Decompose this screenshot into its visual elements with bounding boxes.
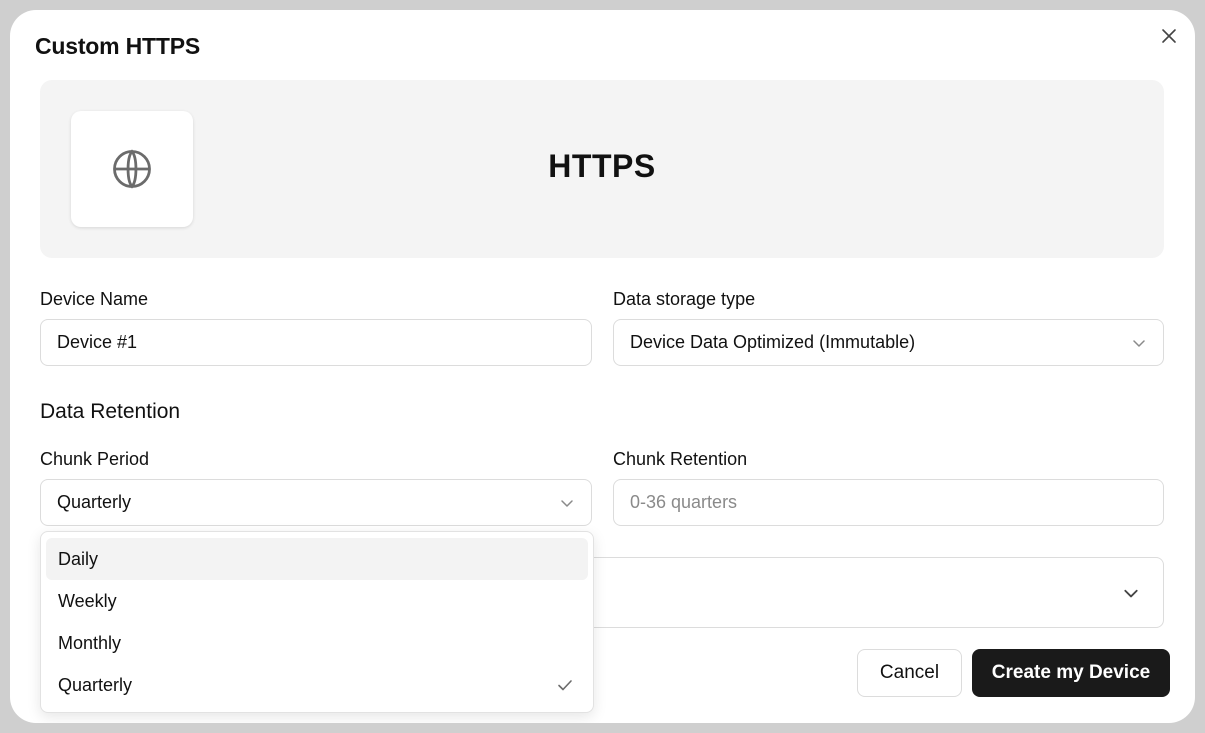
device-name-label: Device Name bbox=[40, 289, 149, 309]
option-label: Quarterly bbox=[58, 674, 133, 695]
dropdown-option-weekly[interactable]: Weekly bbox=[46, 580, 588, 622]
dropdown-option-monthly[interactable]: Monthly bbox=[46, 622, 588, 664]
chunk-period-value: Quarterly bbox=[57, 492, 132, 512]
device-name-input[interactable]: Device #1 bbox=[40, 319, 592, 366]
create-device-button[interactable]: Create my Device bbox=[972, 649, 1170, 697]
chevron-down-icon bbox=[1123, 585, 1139, 601]
check-icon bbox=[556, 676, 574, 694]
chunk-retention-placeholder: 0-36 quarters bbox=[630, 492, 738, 512]
custom-https-dialog: Custom HTTPS HTTPS Device Name Device #1… bbox=[10, 10, 1195, 723]
option-label: Monthly bbox=[58, 632, 122, 653]
dropdown-option-daily[interactable]: Daily bbox=[46, 538, 588, 580]
chunk-retention-label: Chunk Retention bbox=[613, 449, 748, 469]
chevron-down-icon bbox=[559, 495, 575, 511]
option-label: Weekly bbox=[58, 590, 117, 611]
protocol-title: HTTPS bbox=[548, 148, 656, 184]
storage-type-label: Data storage type bbox=[613, 289, 756, 309]
chunk-period-select[interactable]: Quarterly bbox=[40, 479, 592, 526]
chunk-period-label: Chunk Period bbox=[40, 449, 150, 469]
obscured-select[interactable] bbox=[570, 557, 1164, 628]
chunk-period-dropdown: Daily Weekly Monthly Quarterly bbox=[40, 531, 594, 713]
cancel-button[interactable]: Cancel bbox=[857, 649, 962, 697]
dialog-title: Custom HTTPS bbox=[35, 33, 200, 59]
option-label: Daily bbox=[58, 548, 99, 569]
protocol-hero: HTTPS bbox=[40, 80, 1164, 258]
data-retention-title: Data Retention bbox=[40, 400, 181, 423]
close-icon bbox=[1162, 29, 1176, 43]
storage-type-value: Device Data Optimized (Immutable) bbox=[630, 332, 916, 352]
chunk-retention-input[interactable]: 0-36 quarters bbox=[613, 479, 1164, 526]
chevron-down-icon bbox=[1131, 335, 1147, 351]
device-name-value: Device #1 bbox=[57, 332, 138, 352]
close-button[interactable] bbox=[1159, 26, 1179, 46]
storage-type-select[interactable]: Device Data Optimized (Immutable) bbox=[613, 319, 1164, 366]
dropdown-option-quarterly[interactable]: Quarterly bbox=[46, 664, 588, 706]
